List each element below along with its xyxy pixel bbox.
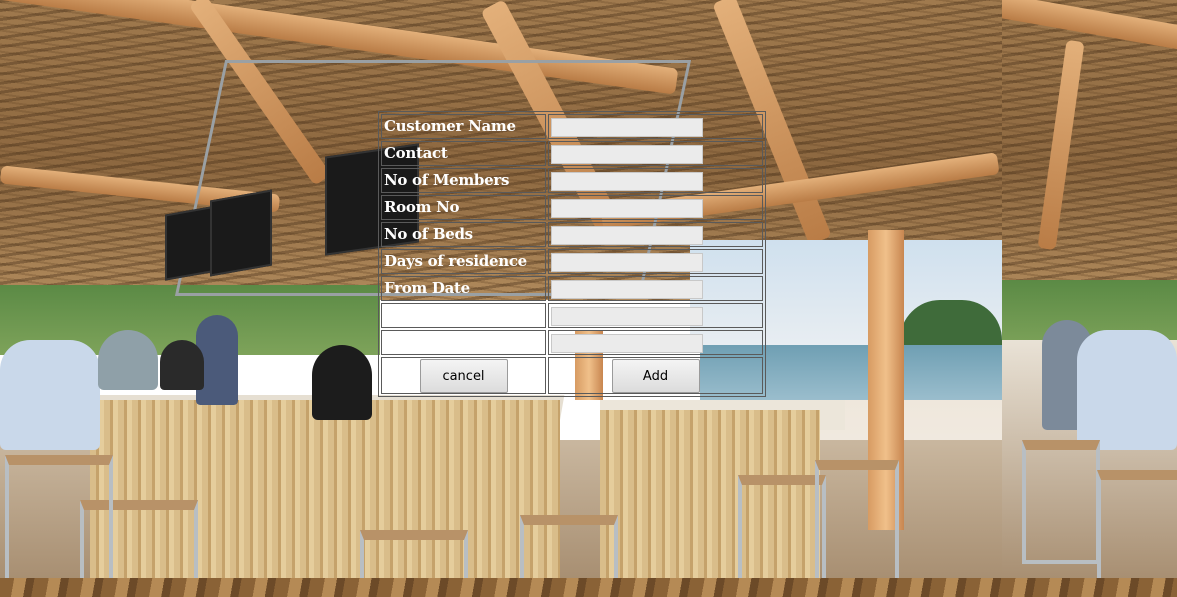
- label-cell: No of Members: [381, 168, 546, 193]
- customer-name-input[interactable]: [551, 118, 703, 137]
- label-cell: No of Beds: [381, 222, 546, 247]
- contact-input[interactable]: [551, 145, 703, 164]
- form-row-days-of-residence: Days of residence: [381, 249, 763, 274]
- add-cell: Add: [548, 357, 763, 394]
- label-cell: Customer Name: [381, 114, 546, 139]
- form-row-contact: Contact: [381, 141, 763, 166]
- thatch-roof: [1002, 0, 1177, 300]
- field-cell: [548, 303, 763, 328]
- field-cell: [548, 222, 763, 247]
- no-of-beds-label: No of Beds: [384, 225, 473, 243]
- field-cell: [548, 141, 763, 166]
- form-row-no-of-members: No of Members: [381, 168, 763, 193]
- form-row-room-no: Room No: [381, 195, 763, 220]
- booking-form: Customer Name Contact No of Members Room…: [378, 111, 766, 397]
- to-date-label: To Date: [384, 306, 446, 324]
- field-cell: [548, 249, 763, 274]
- label-cell: From Date: [381, 276, 546, 301]
- form-row-buttons: cancel Add: [381, 357, 763, 394]
- field-cell: [548, 276, 763, 301]
- person: [98, 330, 158, 390]
- bar-stool: [1022, 440, 1100, 564]
- cancel-cell: cancel: [381, 357, 546, 394]
- field-cell: [548, 330, 763, 355]
- no-of-members-input[interactable]: [551, 172, 703, 191]
- from-date-input[interactable]: [551, 280, 703, 299]
- bar-stool: [360, 530, 468, 578]
- no-of-members-label: No of Members: [384, 171, 510, 189]
- no-of-beds-input[interactable]: [551, 226, 703, 245]
- form-row-customer-name: Customer Name: [381, 114, 763, 139]
- bar-stool: [815, 460, 899, 578]
- bar-stool: [5, 455, 113, 578]
- form-row-to-date: To Date: [381, 303, 763, 328]
- field-cell: [548, 114, 763, 139]
- person: [312, 345, 372, 420]
- label-cell: Room No: [381, 195, 546, 220]
- background-photo-repeat-bottom: [0, 578, 1177, 597]
- contact-label: Contact: [384, 144, 448, 162]
- form-row-amount: Amount: [381, 330, 763, 355]
- form-row-no-of-beds: No of Beds: [381, 222, 763, 247]
- person: [0, 340, 100, 450]
- bar-stool: [520, 515, 618, 578]
- bar-stool: [1097, 470, 1177, 578]
- room-no-label: Room No: [384, 198, 460, 216]
- from-date-label: From Date: [384, 279, 470, 297]
- days-of-residence-label: Days of residence: [384, 252, 527, 270]
- background-photo-repeat: [1002, 0, 1177, 578]
- label-cell: Amount: [381, 330, 546, 355]
- amount-label: Amount: [384, 333, 449, 351]
- days-of-residence-input[interactable]: [551, 253, 703, 272]
- room-no-input[interactable]: [551, 199, 703, 218]
- add-button[interactable]: Add: [611, 359, 700, 393]
- customer-name-label: Customer Name: [384, 117, 516, 135]
- label-cell: Days of residence: [381, 249, 546, 274]
- bar-stool: [738, 475, 826, 578]
- amount-input[interactable]: [551, 334, 703, 353]
- person: [1077, 330, 1177, 450]
- field-cell: [548, 168, 763, 193]
- label-cell: Contact: [381, 141, 546, 166]
- form-row-from-date: From Date: [381, 276, 763, 301]
- tv-screen: [210, 189, 272, 277]
- person: [160, 340, 204, 390]
- to-date-input[interactable]: [551, 307, 703, 326]
- label-cell: To Date: [381, 303, 546, 328]
- cancel-button[interactable]: cancel: [419, 359, 508, 393]
- field-cell: [548, 195, 763, 220]
